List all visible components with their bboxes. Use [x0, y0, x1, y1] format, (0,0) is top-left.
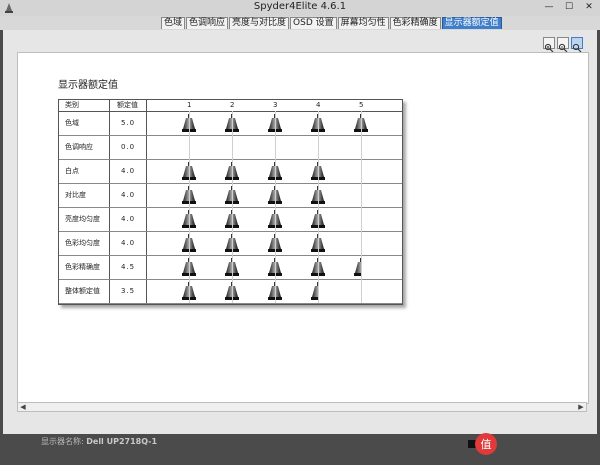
rating-mark	[311, 282, 325, 304]
status-bar: 显示器名称: Dell UP2718Q-1	[41, 436, 157, 447]
category-label: 对比度	[65, 191, 86, 199]
rating-value: 4.0	[121, 239, 136, 247]
category-label: 色彩精确度	[65, 263, 100, 271]
rating-value: 0.0	[121, 143, 136, 151]
horizontal-scrollbar[interactable]: ◀ ▶	[17, 402, 587, 412]
rating-mark	[354, 258, 368, 280]
table-row: 对比度 4.0	[59, 183, 402, 208]
zoom-toolbar	[543, 37, 583, 53]
scale-label: 4	[316, 101, 321, 109]
scale-gridline	[189, 111, 190, 303]
zoom-fit-icon[interactable]	[571, 37, 583, 53]
tab-5[interactable]: 色彩精确度	[389, 17, 441, 29]
scroll-right-icon[interactable]: ▶	[576, 403, 586, 411]
category-label: 色调响应	[65, 143, 93, 151]
table-row: 亮度均匀度 4.0	[59, 207, 402, 232]
title-bar: Spyder4Elite 4.6.1 — ☐ ✕	[0, 0, 600, 17]
category-label: 整体额定值	[65, 287, 100, 295]
page-title: 显示器额定值	[58, 80, 118, 91]
category-label: 色域	[65, 119, 79, 127]
tab-bar: 色域 色调响应 亮度与对比度 OSD 设置 屏幕均匀性 色彩精确度 显示器额定值	[0, 16, 600, 30]
table-row: 色彩精确度 4.5	[59, 255, 402, 280]
rating-value: 4.0	[121, 167, 136, 175]
table-row: 色彩均匀度 4.0	[59, 231, 402, 256]
maximize-button[interactable]: ☐	[562, 2, 576, 13]
tab-0[interactable]: 色域	[161, 17, 186, 29]
device-name: Dell UP2718Q-1	[86, 437, 158, 446]
scale-gridline	[361, 111, 362, 303]
category-label: 白点	[65, 167, 79, 175]
scale-gridline	[275, 111, 276, 303]
tab-1[interactable]: 色调响应	[186, 17, 229, 29]
window-title: Spyder4Elite 4.6.1	[253, 1, 347, 12]
tab-6[interactable]: 显示器额定值	[441, 17, 502, 29]
category-label: 色彩均匀度	[65, 239, 100, 247]
rating-table: 类别 额定值 1 2 3 4 5 色域 5.0 色调响应 0.0 白点 4.0	[58, 99, 403, 305]
scale-label: 5	[359, 101, 364, 109]
category-label: 亮度均匀度	[65, 215, 100, 223]
zoom-out-icon[interactable]	[557, 37, 569, 53]
scale-gridline	[232, 111, 233, 303]
minimize-button[interactable]: —	[542, 2, 556, 13]
close-button[interactable]: ✕	[582, 2, 596, 13]
scale-label: 2	[230, 101, 235, 109]
tab-2[interactable]: 亮度与对比度	[229, 17, 290, 29]
rating-value: 4.5	[121, 263, 136, 271]
table-row: 色域 5.0	[59, 111, 402, 136]
scale-gridline	[318, 111, 319, 303]
scale-label: 1	[187, 101, 192, 109]
rating-value: 3.5	[121, 287, 136, 295]
app-window: Spyder4Elite 4.6.1 — ☐ ✕ 色域 色调响应 亮度与对比度 OSD…	[0, 0, 600, 465]
status-label: 显示器名称:	[41, 437, 84, 446]
watermark-badge: 值	[468, 433, 497, 455]
rating-value: 4.0	[121, 215, 136, 223]
scroll-left-icon[interactable]: ◀	[18, 403, 28, 411]
scale-label: 3	[273, 101, 278, 109]
table-row: 整体额定值 3.5	[59, 279, 402, 304]
rating-value: 4.0	[121, 191, 136, 199]
table-row: 色调响应 0.0	[59, 135, 402, 160]
svg-text:值: 值	[481, 438, 492, 451]
tab-3[interactable]: OSD 设置	[290, 17, 337, 29]
table-row: 白点 4.0	[59, 159, 402, 184]
zoom-in-icon[interactable]	[543, 37, 555, 53]
tab-4[interactable]: 屏幕均匀性	[337, 17, 389, 29]
rating-value: 5.0	[121, 119, 136, 127]
header-rating: 额定值	[117, 101, 138, 109]
header-category: 类别	[65, 101, 79, 109]
